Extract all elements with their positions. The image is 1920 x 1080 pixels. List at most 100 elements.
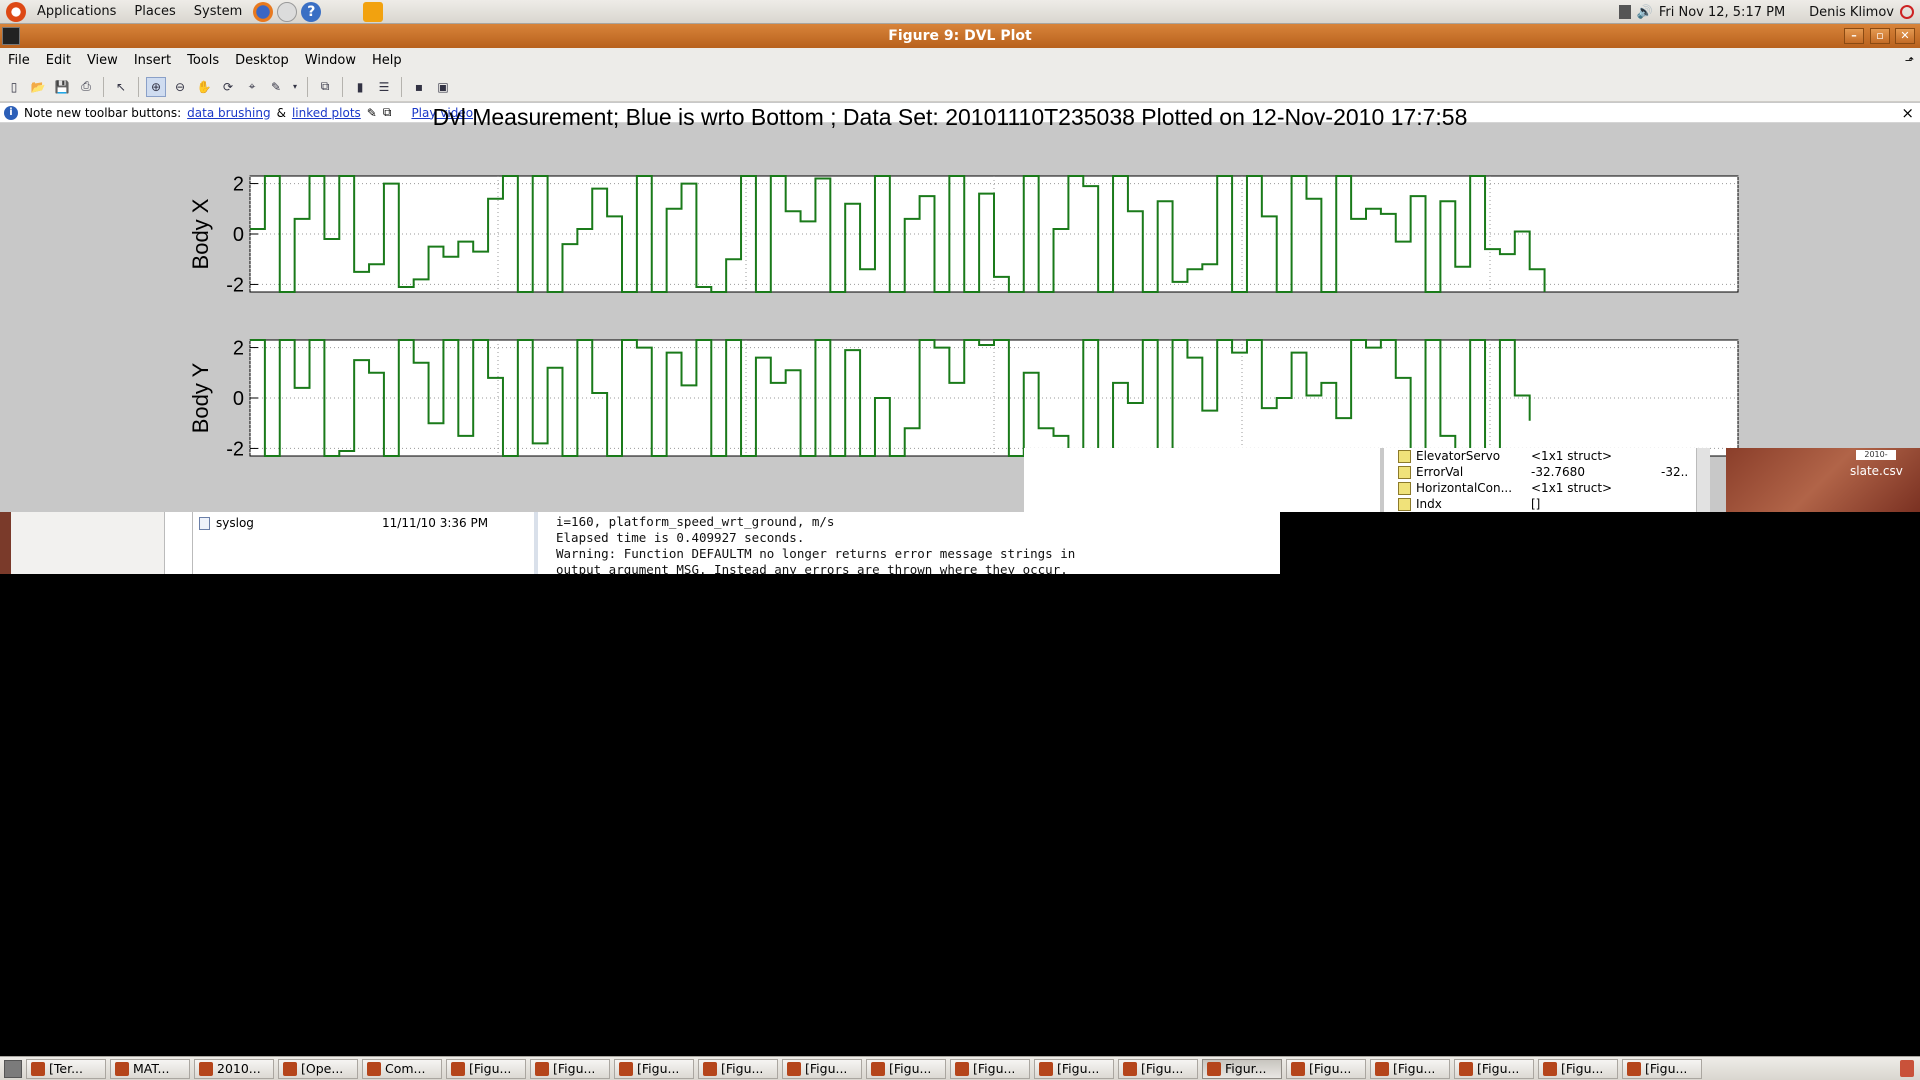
command-line: Warning: Function DEFAULTM no longer ret… — [556, 546, 1076, 561]
file-row[interactable]: syslog 11/11/10 3:36 PM — [199, 516, 488, 530]
taskbar-button[interactable]: [Figu... — [1370, 1058, 1450, 1079]
taskbar-button[interactable]: [Ope... — [278, 1058, 358, 1079]
command-line: i=160, platform_speed_wrt_ground, m/s — [556, 514, 835, 529]
desktop-file-icon[interactable]: 2010- — [1856, 450, 1896, 460]
file-date: 11/11/10 3:36 PM — [382, 516, 489, 530]
window-icon — [871, 1061, 885, 1076]
command-line: output argument MSG. Instead any errors … — [556, 562, 1068, 577]
taskbar-button[interactable]: [Figu... — [530, 1058, 610, 1079]
window-icon — [619, 1061, 633, 1076]
window-icon — [199, 1061, 213, 1076]
taskbar-button[interactable]: 2010... — [194, 1058, 274, 1079]
y-axis-label: Body X — [188, 198, 213, 269]
taskbar-label: [Figu... — [1141, 1061, 1184, 1076]
window-icon — [367, 1061, 381, 1076]
window-icon — [535, 1061, 549, 1076]
window-icon — [451, 1061, 465, 1076]
struct-icon — [1398, 481, 1411, 495]
window-icon — [1459, 1061, 1473, 1076]
dvl-chart: 2 0 -2 Body X 2 0 -2 Body Y — [188, 174, 1739, 460]
taskbar-button[interactable]: Figur... — [1202, 1058, 1282, 1079]
taskbar-label: 2010... — [217, 1061, 261, 1076]
taskbar-button[interactable]: [Figu... — [1538, 1058, 1618, 1079]
desktop-background: 2010- slate.csv — [1726, 448, 1920, 512]
file-icon — [199, 516, 210, 530]
workspace-row[interactable]: ElevatorServo <1x1 struct> — [1398, 448, 1661, 464]
window-icon — [1123, 1061, 1137, 1076]
var-value: <1x1 struct> — [1531, 481, 1613, 495]
show-desktop-icon[interactable] — [4, 1059, 22, 1078]
taskbar-button[interactable]: [Figu... — [1454, 1058, 1534, 1079]
taskbar-label: [Figu... — [973, 1061, 1016, 1076]
taskbar-label: [Ope... — [301, 1061, 344, 1076]
taskbar-label: [Figu... — [1645, 1061, 1688, 1076]
y-axis-label: Body Y — [188, 362, 213, 433]
var-extra: -32.. — [1661, 465, 1689, 479]
numeric-icon — [1398, 465, 1411, 479]
y-tick-label: -2 — [226, 438, 244, 460]
taskbar-label: [Figu... — [1309, 1061, 1352, 1076]
var-name: ElevatorServo — [1416, 449, 1501, 463]
taskbar-label: [Figu... — [637, 1061, 680, 1076]
var-name: Indx — [1416, 497, 1442, 511]
taskbar-button[interactable]: [Figu... — [1118, 1058, 1198, 1079]
workspace-row[interactable]: ErrorVal -32.7680 -32.. — [1398, 464, 1688, 480]
other-figure-fragment — [1024, 448, 1380, 512]
taskbar-label: [Figu... — [469, 1061, 512, 1076]
taskbar-button[interactable]: [Figu... — [1622, 1058, 1702, 1079]
taskbar-label: Com... — [385, 1061, 426, 1076]
y-tick-label: 2 — [233, 174, 244, 196]
command-window[interactable]: i=160, platform_speed_wrt_ground, m/s Ela… — [534, 512, 1280, 577]
taskbar-button[interactable]: Com... — [362, 1058, 442, 1079]
background-left-pane — [0, 512, 165, 574]
taskbar-label: [Figu... — [1561, 1061, 1604, 1076]
file-name: syslog — [216, 516, 254, 530]
struct-icon — [1398, 449, 1411, 463]
y-tick-label: 2 — [233, 338, 244, 360]
trash-icon[interactable] — [1900, 1060, 1914, 1077]
taskbar-button[interactable]: [Figu... — [1034, 1058, 1114, 1079]
var-name: HorizontalCon... — [1416, 481, 1513, 495]
current-folder-panel: syslog 11/11/10 3:36 PM — [192, 512, 532, 574]
var-name: ErrorVal — [1416, 465, 1464, 479]
taskbar-label: [Figu... — [721, 1061, 764, 1076]
window-icon — [115, 1061, 129, 1076]
desktop-edge — [0, 512, 11, 574]
taskbar-label: [Figu... — [889, 1061, 932, 1076]
taskbar-button[interactable]: MAT... — [110, 1058, 190, 1079]
workspace-row[interactable]: Indx [] — [1398, 496, 1661, 512]
workspace-row[interactable]: HorizontalCon... <1x1 struct> — [1398, 480, 1661, 496]
var-value: -32.7680 — [1531, 465, 1585, 479]
window-icon — [1039, 1061, 1053, 1076]
taskbar-label: [Figu... — [805, 1061, 848, 1076]
y-tick-label: 0 — [233, 388, 244, 410]
taskbar-button[interactable]: [Figu... — [446, 1058, 526, 1079]
window-icon — [31, 1061, 45, 1076]
workspace-scrollbar[interactable] — [1696, 448, 1710, 512]
command-line: Elapsed time is 0.409927 seconds. — [556, 530, 805, 545]
window-icon — [1291, 1061, 1305, 1076]
window-icon — [787, 1061, 801, 1076]
y-tick-label: 0 — [233, 224, 244, 246]
taskbar-button[interactable]: [Figu... — [1286, 1058, 1366, 1079]
taskbar-button[interactable]: [Ter... — [26, 1058, 106, 1079]
taskbar-button[interactable]: [Figu... — [782, 1058, 862, 1079]
window-icon — [1627, 1061, 1641, 1076]
taskbar-label: MAT... — [133, 1061, 170, 1076]
bottom-taskbar: [Ter... MAT... 2010... [Ope... Com... [Figu..… — [0, 1056, 1920, 1080]
taskbar-label: [Figu... — [1057, 1061, 1100, 1076]
var-value: <1x1 struct> — [1531, 449, 1613, 463]
taskbar-button[interactable]: [Figu... — [950, 1058, 1030, 1079]
taskbar-label: [Figu... — [1393, 1061, 1436, 1076]
taskbar-button[interactable]: [Figu... — [866, 1058, 946, 1079]
var-value: [] — [1531, 497, 1541, 511]
taskbar-button[interactable]: [Figu... — [614, 1058, 694, 1079]
taskbar-button[interactable]: [Figu... — [698, 1058, 778, 1079]
window-icon — [1375, 1061, 1389, 1076]
taskbar-label: [Ter... — [49, 1061, 83, 1076]
window-icon — [955, 1061, 969, 1076]
desktop-file-label[interactable]: slate.csv — [1850, 464, 1903, 478]
workspace-panel: ElevatorServo <1x1 struct> ErrorVal -32.… — [1380, 448, 1710, 512]
window-icon — [1543, 1061, 1557, 1076]
numeric-icon — [1398, 497, 1411, 511]
